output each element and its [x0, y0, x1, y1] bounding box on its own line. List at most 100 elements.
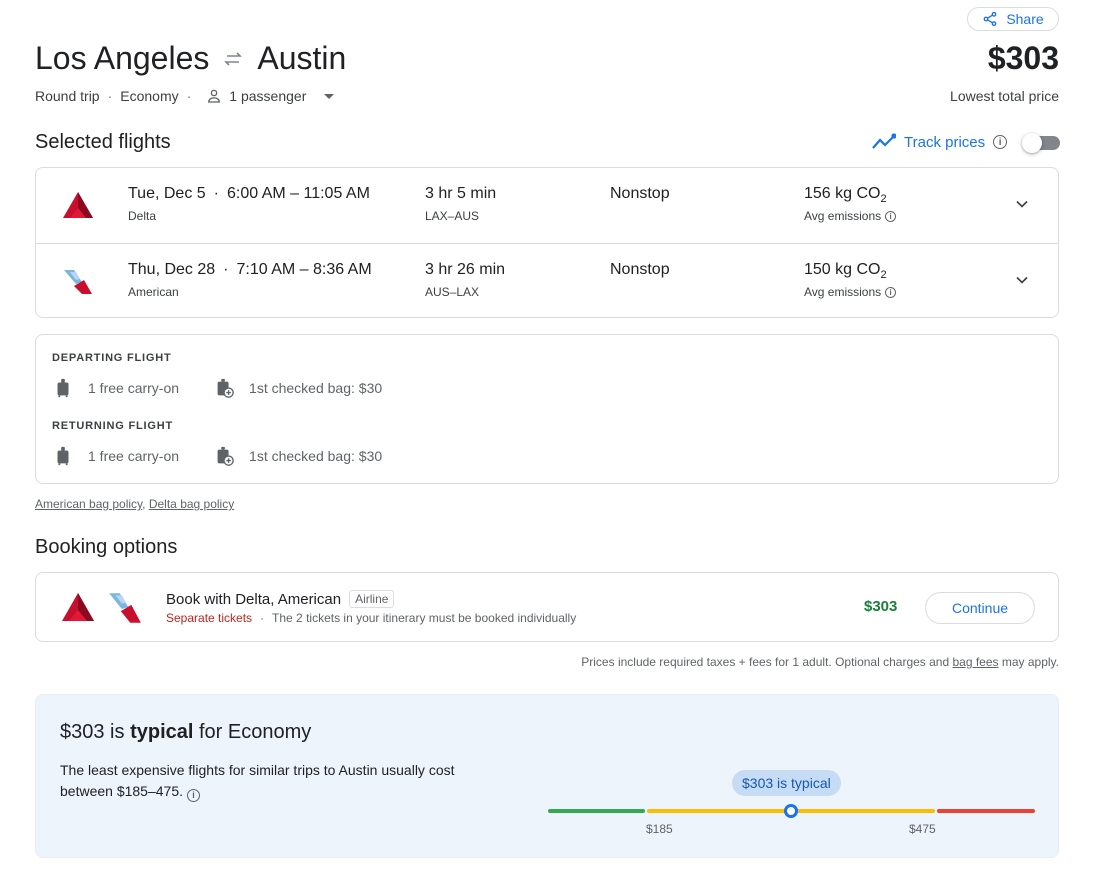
flight-airports: LAX–AUS — [425, 209, 480, 223]
share-label: Share — [1006, 11, 1044, 27]
co2-amount: 156 kg CO2 — [804, 185, 887, 205]
track-prices-label: Track prices — [904, 133, 986, 151]
checked-bag: 1st checked bag: $30 — [213, 377, 382, 399]
policy-comma: , — [142, 497, 149, 511]
current-price-marker — [784, 804, 798, 818]
range-high-segment — [937, 809, 1035, 813]
cabin-class: Economy — [120, 88, 179, 104]
co2-value: 156 kg CO — [804, 185, 881, 202]
flight-stops: Nonstop — [610, 261, 670, 278]
price-insight-panel: $303 is typical for Economy The least ex… — [35, 694, 1059, 858]
disclaimer-text: Prices include required taxes + fees for… — [581, 655, 953, 669]
emissions-text: Avg emissions — [804, 285, 882, 299]
selected-flights-heading: Selected flights — [35, 131, 171, 153]
co2-subscript: 2 — [880, 269, 887, 282]
route-title: Los Angeles Austin — [35, 40, 346, 77]
disclaimer-suffix: may apply. — [998, 655, 1059, 669]
flight-date: Thu, Dec 28 — [128, 261, 216, 278]
co2-subscript: 2 — [880, 193, 887, 206]
carry-on-bag-icon — [57, 378, 69, 398]
booking-subtext: Separate tickets · The 2 tickets in your i… — [166, 611, 576, 625]
track-prices-toggle[interactable] — [1022, 133, 1060, 153]
range-low-segment — [548, 809, 645, 813]
bag-fees-link[interactable]: bag fees — [952, 655, 998, 669]
returning-flight-label: RETURNING FLIGHT — [52, 420, 173, 432]
person-icon — [208, 89, 221, 103]
checked-bag-text: 1st checked bag: $30 — [249, 380, 383, 396]
delta-logo-icon — [62, 593, 94, 621]
american-logo-icon — [64, 270, 92, 294]
checked-bag-icon — [217, 378, 234, 398]
price-insight-description: The least expensive flights for similar … — [60, 760, 480, 802]
flight-row-outbound[interactable]: Tue, Dec 5 · 6:00 AM – 11:05 AM Delta 3 hr… — [36, 168, 1058, 243]
separator-dot: · — [260, 611, 265, 625]
booking-provider: Book with Delta, American Airline — [166, 590, 395, 608]
booking-option-card[interactable]: Book with Delta, American Airline Separa… — [35, 572, 1059, 642]
flight-duration: 3 hr 5 min — [425, 185, 497, 202]
continue-button[interactable]: Continue — [925, 592, 1035, 624]
share-icon — [983, 11, 997, 27]
delta-bag-policy-link[interactable]: Delta bag policy — [149, 497, 234, 511]
american-bag-policy-link[interactable]: American bag policy — [35, 497, 142, 511]
separator-dot: · — [223, 261, 229, 278]
flight-duration: 3 hr 26 min — [425, 261, 506, 278]
airline-name: American — [128, 285, 179, 299]
american-logo-icon — [109, 593, 141, 623]
checked-bag-icon — [217, 446, 234, 466]
flight-date-time: Tue, Dec 5 · 6:00 AM – 11:05 AM — [128, 185, 370, 203]
airline-badge: Airline — [349, 590, 395, 608]
booking-price: $303 — [864, 598, 898, 615]
emissions-label: Avg emissions i — [804, 285, 897, 299]
separator-dot: · — [213, 185, 219, 202]
chevron-down-icon[interactable] — [1012, 194, 1032, 214]
separate-tickets-warning: Separate tickets — [166, 611, 253, 625]
meta-separator: · — [186, 88, 192, 104]
book-with-text: Book with Delta, American — [166, 590, 342, 608]
emissions-label: Avg emissions i — [804, 209, 897, 223]
insight-text: The least expensive flights for similar … — [60, 762, 455, 799]
bag-policy-links: American bag policy, Delta bag policy — [35, 497, 234, 511]
track-prices[interactable]: Track prices i — [872, 132, 1008, 152]
trending-icon — [872, 133, 896, 149]
flight-times: 7:10 AM – 8:36 AM — [236, 261, 372, 278]
dropdown-caret-icon — [324, 93, 335, 99]
co2-value: 150 kg CO — [804, 261, 881, 278]
passenger-selector[interactable]: 1 passenger — [205, 87, 335, 105]
info-icon[interactable]: i — [885, 210, 897, 222]
checked-bag: 1st checked bag: $30 — [213, 445, 382, 467]
airline-name: Delta — [128, 209, 157, 223]
info-icon[interactable]: i — [885, 286, 897, 298]
info-icon[interactable]: i — [993, 135, 1008, 149]
price-level-pill: $303 is typical — [732, 770, 841, 796]
flight-date: Tue, Dec 5 — [128, 185, 206, 202]
booking-options-heading: Booking options — [35, 536, 178, 558]
price-range-bar: $303 is typical $185 $475 — [548, 765, 1038, 836]
price-insight-title: $303 is typical for Economy — [60, 721, 311, 744]
info-icon[interactable]: i — [187, 789, 200, 802]
share-button[interactable]: Share — [967, 7, 1059, 31]
booking-note: The 2 tickets in your itinerary must be … — [272, 611, 577, 625]
flight-row-return[interactable]: Thu, Dec 28 · 7:10 AM – 8:36 AM American 3… — [36, 243, 1058, 318]
flight-date-time: Thu, Dec 28 · 7:10 AM – 8:36 AM — [128, 261, 372, 279]
meta-separator: · — [107, 88, 113, 104]
checked-bag-text: 1st checked bag: $30 — [249, 448, 383, 464]
toggle-knob — [1022, 133, 1042, 153]
flight-times: 6:00 AM – 11:05 AM — [227, 185, 370, 202]
chevron-down-icon[interactable] — [1012, 270, 1032, 290]
baggage-card: DEPARTING FLIGHT 1 free carry-on 1st che… — [35, 334, 1059, 484]
departing-bag-line: 1 free carry-on 1st checked bag: $30 — [52, 377, 382, 399]
price-disclaimer: Prices include required taxes + fees for… — [581, 655, 1059, 669]
insight-suffix: for Economy — [193, 721, 312, 743]
departing-flight-label: DEPARTING FLIGHT — [52, 352, 172, 364]
carry-on-bag-icon — [57, 446, 69, 466]
flight-airports: AUS–LAX — [425, 285, 480, 299]
flight-stops: Nonstop — [610, 185, 670, 202]
insight-price: $303 — [60, 721, 105, 743]
trip-type: Round trip — [35, 88, 100, 104]
destination-city: Austin — [257, 40, 347, 76]
emissions-text: Avg emissions — [804, 209, 882, 223]
range-low-tick: $185 — [646, 822, 673, 836]
selected-flights-card: Tue, Dec 5 · 6:00 AM – 11:05 AM Delta 3 hr… — [35, 167, 1059, 318]
returning-bag-line: 1 free carry-on 1st checked bag: $30 — [52, 445, 382, 467]
origin-city: Los Angeles — [35, 40, 210, 76]
